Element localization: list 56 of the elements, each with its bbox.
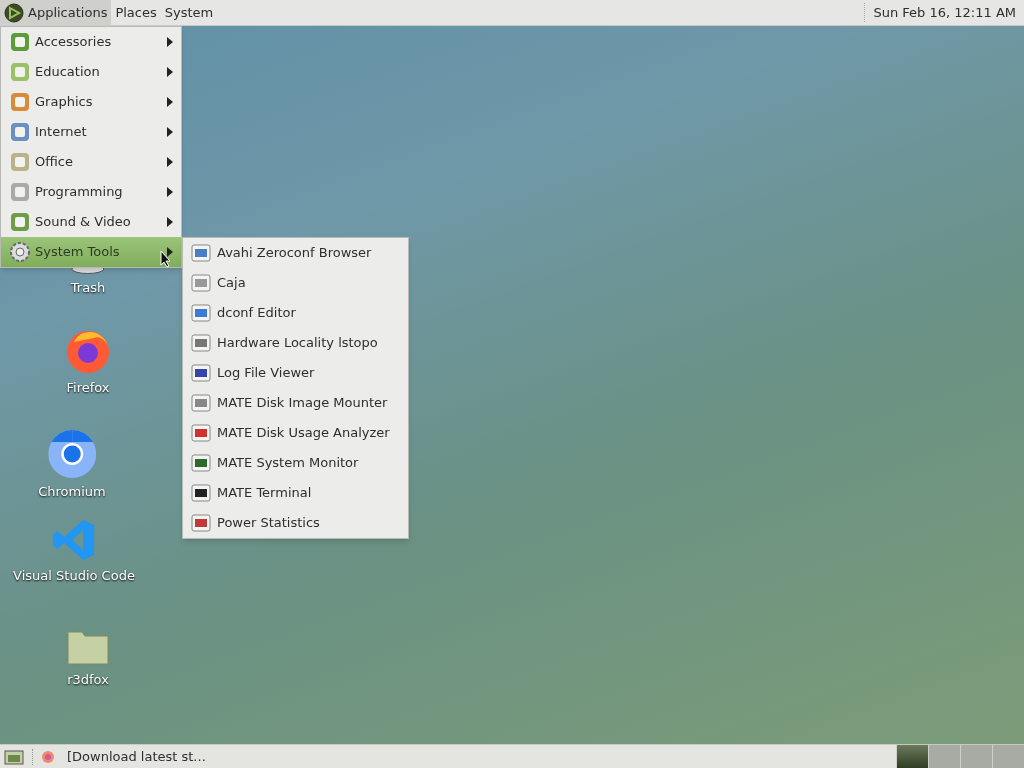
gear-icon <box>9 241 31 263</box>
menu-item[interactable]: MATE Disk Usage Analyzer <box>183 418 408 448</box>
category-icon <box>9 181 31 203</box>
submenu-arrow-icon <box>167 187 173 197</box>
submenu-arrow-icon <box>167 217 173 227</box>
mouse-pointer-icon <box>160 250 172 268</box>
submenu-arrow-icon <box>167 97 173 107</box>
category-icon <box>9 31 31 53</box>
menu-item[interactable]: dconf Editor <box>183 298 408 328</box>
application-icon <box>191 423 211 443</box>
menu-item[interactable]: System Tools <box>1 237 181 267</box>
panel-menu[interactable]: System <box>160 0 218 26</box>
category-icon <box>9 91 31 113</box>
menu-item[interactable]: Sound & Video <box>1 207 181 237</box>
submenu-arrow-icon <box>167 247 173 257</box>
panel-menu[interactable]: Applications <box>0 0 112 26</box>
vscode-icon <box>52 518 96 562</box>
submenu-arrow-icon <box>167 37 173 47</box>
menu-item[interactable]: Accessories <box>1 27 181 57</box>
application-icon <box>191 483 211 503</box>
menu-item[interactable]: Office <box>1 147 181 177</box>
menu-logo-icon <box>4 2 24 23</box>
application-icon <box>191 303 211 323</box>
category-icon <box>9 151 31 173</box>
submenu-arrow-icon <box>167 67 173 77</box>
menu-item[interactable]: Caja <box>183 268 408 298</box>
taskbar-button[interactable]: [Download latest st... <box>63 745 210 768</box>
chromium-icon <box>48 430 96 478</box>
category-icon <box>9 211 31 233</box>
menu-item[interactable]: Programming <box>1 177 181 207</box>
menu-item[interactable]: MATE System Monitor <box>183 448 408 478</box>
panel-menu[interactable]: Places <box>111 0 161 26</box>
firefox-icon <box>41 749 55 764</box>
application-icon <box>191 393 211 413</box>
workspace-button[interactable] <box>896 744 928 768</box>
menu-item[interactable]: Power Statistics <box>183 508 408 538</box>
menu-item[interactable]: Hardware Locality lstopo <box>183 328 408 358</box>
application-icon <box>191 453 211 473</box>
menu-item[interactable]: Avahi Zeroconf Browser <box>183 238 408 268</box>
submenu-arrow-icon <box>167 157 173 167</box>
menu-item[interactable]: Graphics <box>1 87 181 117</box>
submenu-arrow-icon <box>167 127 173 137</box>
menu-item[interactable]: Log File Viewer <box>183 358 408 388</box>
application-icon <box>191 333 211 353</box>
application-icon <box>191 243 211 263</box>
clock[interactable]: Sun Feb 16, 12:11 AM <box>864 2 1024 23</box>
application-icon <box>191 363 211 383</box>
category-icon <box>9 121 31 143</box>
show-desktop-icon[interactable] <box>4 748 24 765</box>
menu-item[interactable]: MATE Disk Image Mounter <box>183 388 408 418</box>
application-icon <box>191 273 211 293</box>
menu-item[interactable]: Internet <box>1 117 181 147</box>
menu-item[interactable]: Education <box>1 57 181 87</box>
application-icon <box>191 513 211 533</box>
category-icon <box>9 61 31 83</box>
menu-item[interactable]: MATE Terminal <box>183 478 408 508</box>
